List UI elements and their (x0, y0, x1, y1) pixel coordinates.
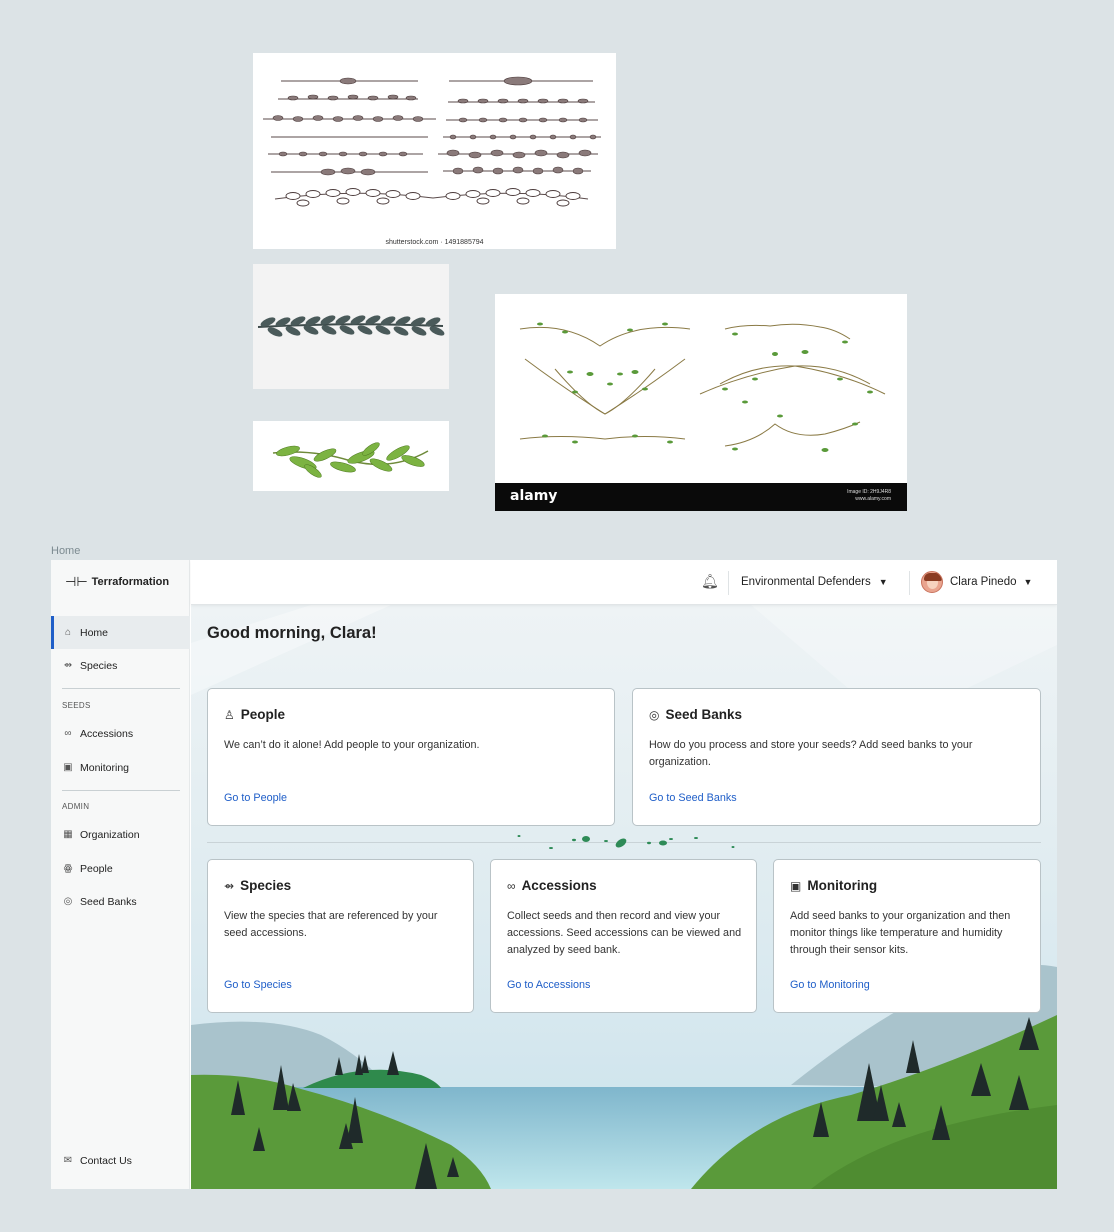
sidebar-item-label: Monitoring (80, 761, 130, 774)
sidebar-item-contact-us[interactable]: ✉ Contact Us (51, 1144, 190, 1177)
notification-bell-icon[interactable]: 🔔︎ (701, 573, 719, 590)
alamy-watermark-bar: alamy Image ID: 2H9J4R8 www.alamy.com (495, 483, 907, 511)
sidebar-item-home[interactable]: ⌂ Home (51, 616, 190, 649)
accessions-card: ∞ Accessions Collect seeds and then reco… (490, 859, 757, 1013)
go-to-seed-banks-link[interactable]: Go to Seed Banks (649, 792, 737, 804)
terraformation-logo-icon: ⊣⊢ (65, 574, 88, 589)
sidebar-item-label: Contact Us (80, 1154, 132, 1167)
seed-bank-icon: ◎ (649, 707, 660, 722)
alamy-logo: alamy (510, 488, 558, 504)
go-to-species-link[interactable]: Go to Species (224, 979, 292, 991)
card-description: How do you process and store your seeds?… (649, 739, 973, 768)
card-title-text: Monitoring (807, 878, 878, 893)
logo[interactable]: ⊣⊢ Terraformation (65, 574, 169, 590)
avatar (921, 571, 943, 593)
species-card: ⇴ Species View the species that are refe… (207, 859, 474, 1013)
section-admin: ADMIN (62, 802, 90, 811)
top-bar: 🔔︎ Environmental Defenders ▼ Clara Pined… (191, 560, 1057, 605)
card-title: ▣ Monitoring (790, 878, 877, 893)
sidebar-item-people[interactable]: ꙮ People (51, 852, 190, 885)
chevron-down-icon: ▼ (878, 577, 888, 587)
chevron-down-icon: ▼ (1023, 577, 1033, 587)
nav-divider (62, 688, 180, 689)
accessions-icon: ∞ (64, 728, 72, 739)
topbar-divider (909, 571, 910, 595)
card-title: ∞ Accessions (507, 878, 597, 893)
sidebar-item-species[interactable]: ⇴ Species (51, 649, 190, 682)
accessions-icon: ∞ (507, 878, 516, 893)
card-title-text: Accessions (521, 878, 597, 893)
sidebar-item-organization[interactable]: ▦ Organization (51, 818, 190, 851)
organization-icon: ▦ (63, 829, 73, 840)
dark-leaf-garland-illustration (257, 315, 445, 337)
monitoring-card: ▣ Monitoring Add seed banks to your orga… (773, 859, 1041, 1013)
go-to-monitoring-link[interactable]: Go to Monitoring (790, 979, 870, 991)
seed-bank-icon: ◎ (63, 896, 73, 907)
card-title: ⇴ Species (224, 878, 291, 893)
card-title-text: Seed Banks (665, 707, 743, 722)
app-window: ⊣⊢ Terraformation ⌂ Home ⇴ Species SEEDS… (51, 560, 1057, 1189)
user-menu-dropdown[interactable]: Clara Pinedo ▼ (921, 571, 1032, 593)
reference-image-dividers: shutterstock.com · 1491885794 (253, 53, 616, 249)
people-card: ♙ People We can’t do it alone! Add peopl… (207, 688, 615, 826)
card-title: ♙ People (224, 707, 285, 722)
sidebar-item-accessions[interactable]: ∞ Accessions (51, 717, 190, 750)
person-icon: ♙ (224, 707, 235, 722)
green-vine-illustration (272, 442, 429, 478)
card-title: ◎ Seed Banks (649, 707, 742, 722)
topbar-divider (728, 571, 729, 595)
sidebar-item-seed-banks[interactable]: ◎ Seed Banks (51, 885, 190, 918)
home-icon: ⌂ (64, 627, 72, 638)
sidebar-item-label: Accessions (80, 727, 134, 740)
section-seeds: SEEDS (62, 701, 91, 710)
shutterstock-caption: shutterstock.com · 1491885794 (385, 239, 484, 246)
monitoring-icon: ▣ (63, 762, 73, 773)
reference-image-leaf-garland (253, 264, 449, 389)
seed-banks-card: ◎ Seed Banks How do you process and stor… (632, 688, 1041, 826)
alamy-image-id: Image ID: 2H9J4R8 (847, 489, 891, 495)
botanical-dividers-illustration (263, 76, 601, 207)
reference-image-branches: alamy Image ID: 2H9J4R8 www.alamy.com (495, 294, 907, 511)
main-content: Good morning, Clara! ♙ People We can’t d… (191, 605, 1057, 1189)
sidebar-item-label: Seed Banks (80, 895, 137, 908)
species-icon: ⇴ (224, 878, 235, 893)
sidebar-item-label: Organization (80, 828, 140, 841)
go-to-accessions-link[interactable]: Go to Accessions (507, 979, 590, 991)
branch-dividers-illustration (519, 322, 886, 452)
card-description: We can’t do it alone! Add people to your… (224, 739, 480, 751)
card-description: Add seed banks to your organization and … (790, 910, 1011, 956)
go-to-people-link[interactable]: Go to People (224, 792, 287, 804)
organization-dropdown[interactable]: Environmental Defenders ▼ (741, 576, 888, 588)
alamy-meta: Image ID: 2H9J4R8 www.alamy.com (847, 489, 891, 503)
leaf-divider-decoration (517, 835, 735, 849)
logo-text: Terraformation (91, 576, 170, 588)
reference-image-green-vine (253, 421, 449, 491)
monitoring-icon: ▣ (790, 878, 802, 893)
organization-name: Environmental Defenders (741, 576, 871, 588)
card-description: Collect seeds and then record and view y… (507, 910, 742, 956)
frame-label: Home (51, 545, 81, 557)
sidebar-item-monitoring[interactable]: ▣ Monitoring (51, 751, 190, 784)
species-icon: ⇴ (63, 660, 73, 671)
people-icon: ꙮ (63, 863, 73, 874)
sidebar-item-label: Species (80, 659, 118, 672)
card-title-text: People (240, 707, 286, 722)
alamy-url: www.alamy.com (855, 496, 891, 502)
sidebar-item-label: Home (80, 626, 109, 639)
sidebar: ⊣⊢ Terraformation ⌂ Home ⇴ Species SEEDS… (51, 560, 190, 1189)
greeting-heading: Good morning, Clara! (207, 624, 377, 642)
card-description: View the species that are referenced by … (224, 910, 438, 939)
sidebar-item-label: People (80, 862, 113, 875)
nav-divider (62, 790, 180, 791)
user-name: Clara Pinedo (950, 576, 1017, 588)
card-title-text: Species (240, 878, 292, 893)
mail-icon: ✉ (63, 1155, 73, 1166)
